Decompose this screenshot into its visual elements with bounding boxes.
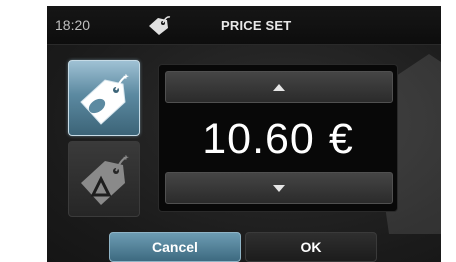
price-currency: € [328, 115, 354, 163]
price-mode-button[interactable]: + [68, 60, 140, 136]
header-bar: 18:20 PRICE SET [47, 6, 441, 45]
price-amount: 10.60 [202, 115, 315, 163]
cancel-button[interactable]: Cancel [109, 232, 241, 262]
discount-mode-button[interactable]: + [68, 141, 140, 217]
price-set-screen: 18:20 PRICE SET + + 10.60 € Cancel OK [47, 6, 441, 262]
price-display: 10.60 € [159, 115, 397, 164]
decrement-button[interactable] [165, 172, 393, 204]
ok-button[interactable]: OK [245, 232, 377, 262]
price-value-panel: 10.60 € [158, 64, 398, 212]
increment-button[interactable] [165, 71, 393, 103]
arrow-down-icon [273, 184, 285, 192]
arrow-up-icon [273, 83, 285, 91]
price-tag-icon [146, 14, 172, 41]
svg-text:+: + [123, 72, 129, 83]
delta-tag-icon: + [81, 153, 129, 205]
page-title: PRICE SET [221, 18, 292, 33]
svg-text:+: + [123, 153, 129, 164]
clock: 18:20 [55, 17, 91, 33]
price-tag-icon: + [80, 72, 129, 125]
